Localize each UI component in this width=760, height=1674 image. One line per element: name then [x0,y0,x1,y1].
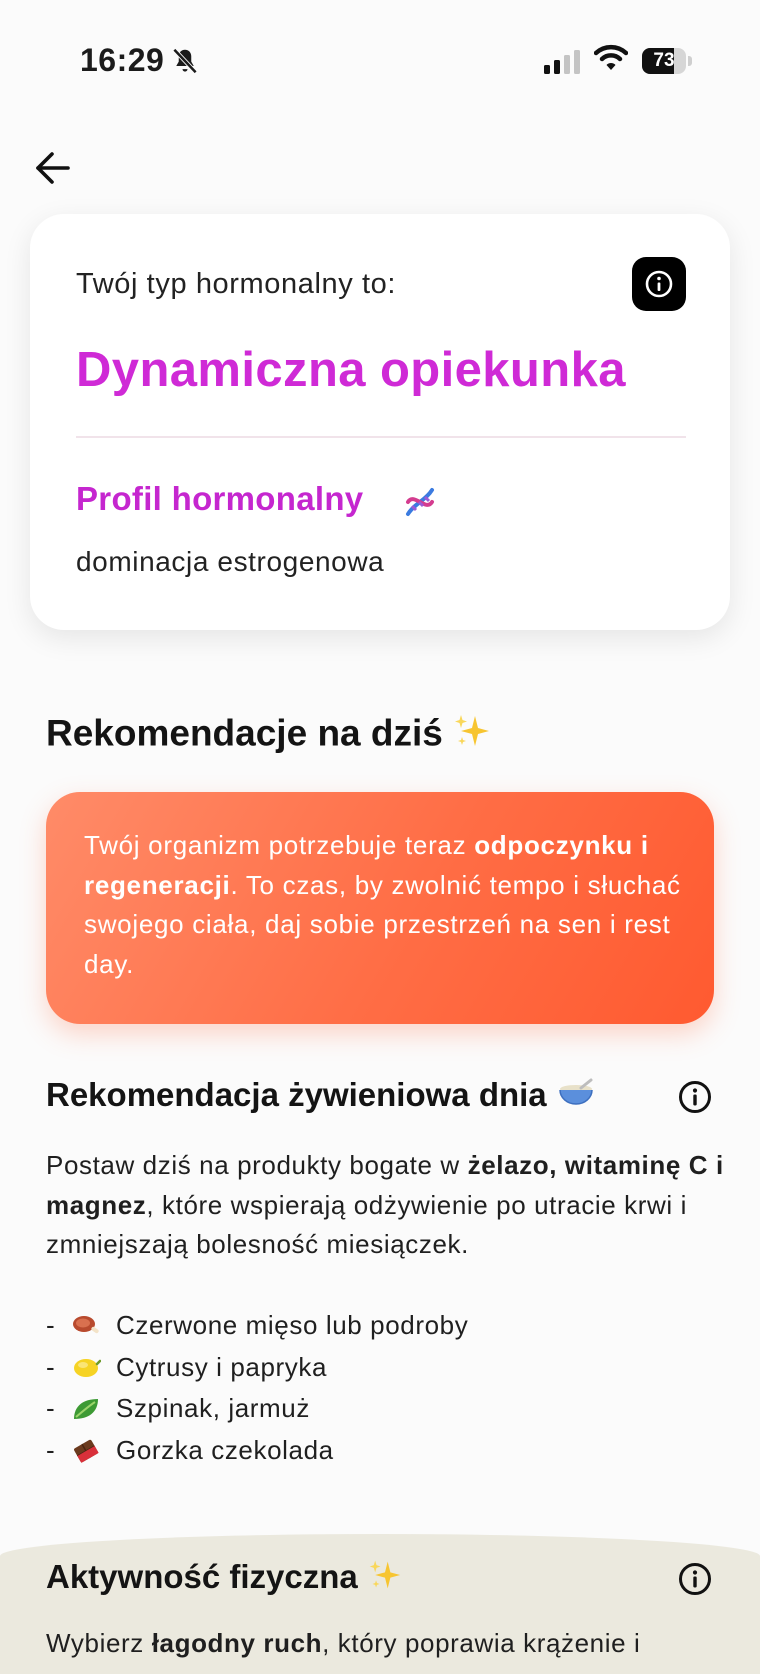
activity-title: Aktywność fizyczna [46,1558,358,1595]
nutrition-info-button[interactable] [678,1080,712,1114]
activity-info-button[interactable] [678,1562,712,1596]
dna-icon [400,482,440,527]
info-button[interactable] [632,257,686,311]
battery-indicator: 73 [642,48,692,74]
info-icon [679,1563,711,1595]
leafy-greens-icon [64,1395,108,1423]
callout-text: Twój organizm potrzebuje teraz odpoczynk… [84,830,681,979]
chocolate-icon [64,1437,108,1465]
list-item: - Szpinak, jarmuż [46,1388,468,1430]
status-bar: 16:29 73 [0,0,760,120]
recommendations-heading: Rekomendacje na dziś [46,712,491,759]
card-label: Twój typ hormonalny to: [76,268,397,300]
cellular-signal-icon [544,50,582,79]
food-list: - Czerwone mięso lub podroby - Cytrusy i… [46,1305,468,1472]
hormonal-type-name: Dynamiczna opiekunka [76,343,626,397]
nutrition-text: Postaw dziś na produkty bogate w żelazo,… [46,1150,724,1259]
list-item: - Cytrusy i papryka [46,1347,468,1389]
nutrition-heading: Rekomendacja żywieniowa dnia [46,1076,595,1116]
list-item-label: Szpinak, jarmuż [116,1393,310,1424]
hormonal-type-card: Twój typ hormonalny to: Dynamiczna opiek… [30,214,730,630]
meat-icon [64,1312,108,1340]
status-time: 16:29 [80,42,165,78]
list-item-label: Cytrusy i papryka [116,1351,328,1382]
list-item: - Czerwone mięso lub podroby [46,1305,468,1347]
activity-text: Wybierz łagodny ruch, który poprawia krą… [46,1628,641,1658]
info-icon [679,1081,711,1113]
list-item-label: Czerwone mięso lub podroby [116,1310,469,1340]
profile-value: dominacja estrogenowa [76,546,385,577]
recommendation-callout: Twój organizm potrzebuje teraz odpoczynk… [46,792,714,1024]
profile-title: Profil hormonalny [76,480,364,517]
list-item: - Gorzka czekolada [46,1430,468,1472]
sparkles-icon [453,712,491,759]
divider [76,436,686,438]
bell-muted-icon [170,46,200,81]
wifi-icon [593,44,629,77]
recommendations-title: Rekomendacje na dziś [46,712,443,754]
battery-text: 73 [653,50,675,71]
activity-heading: Aktywność fizyczna [46,1558,402,1600]
bowl-icon [557,1078,595,1116]
list-item-label: Gorzka czekolada [116,1435,334,1466]
nutrition-title: Rekomendacja żywieniowa dnia [46,1076,547,1113]
back-button[interactable] [34,148,74,188]
lemon-icon [64,1354,108,1382]
info-icon [645,270,673,298]
sparkles-icon [368,1558,402,1600]
arrow-left-icon [36,152,70,184]
